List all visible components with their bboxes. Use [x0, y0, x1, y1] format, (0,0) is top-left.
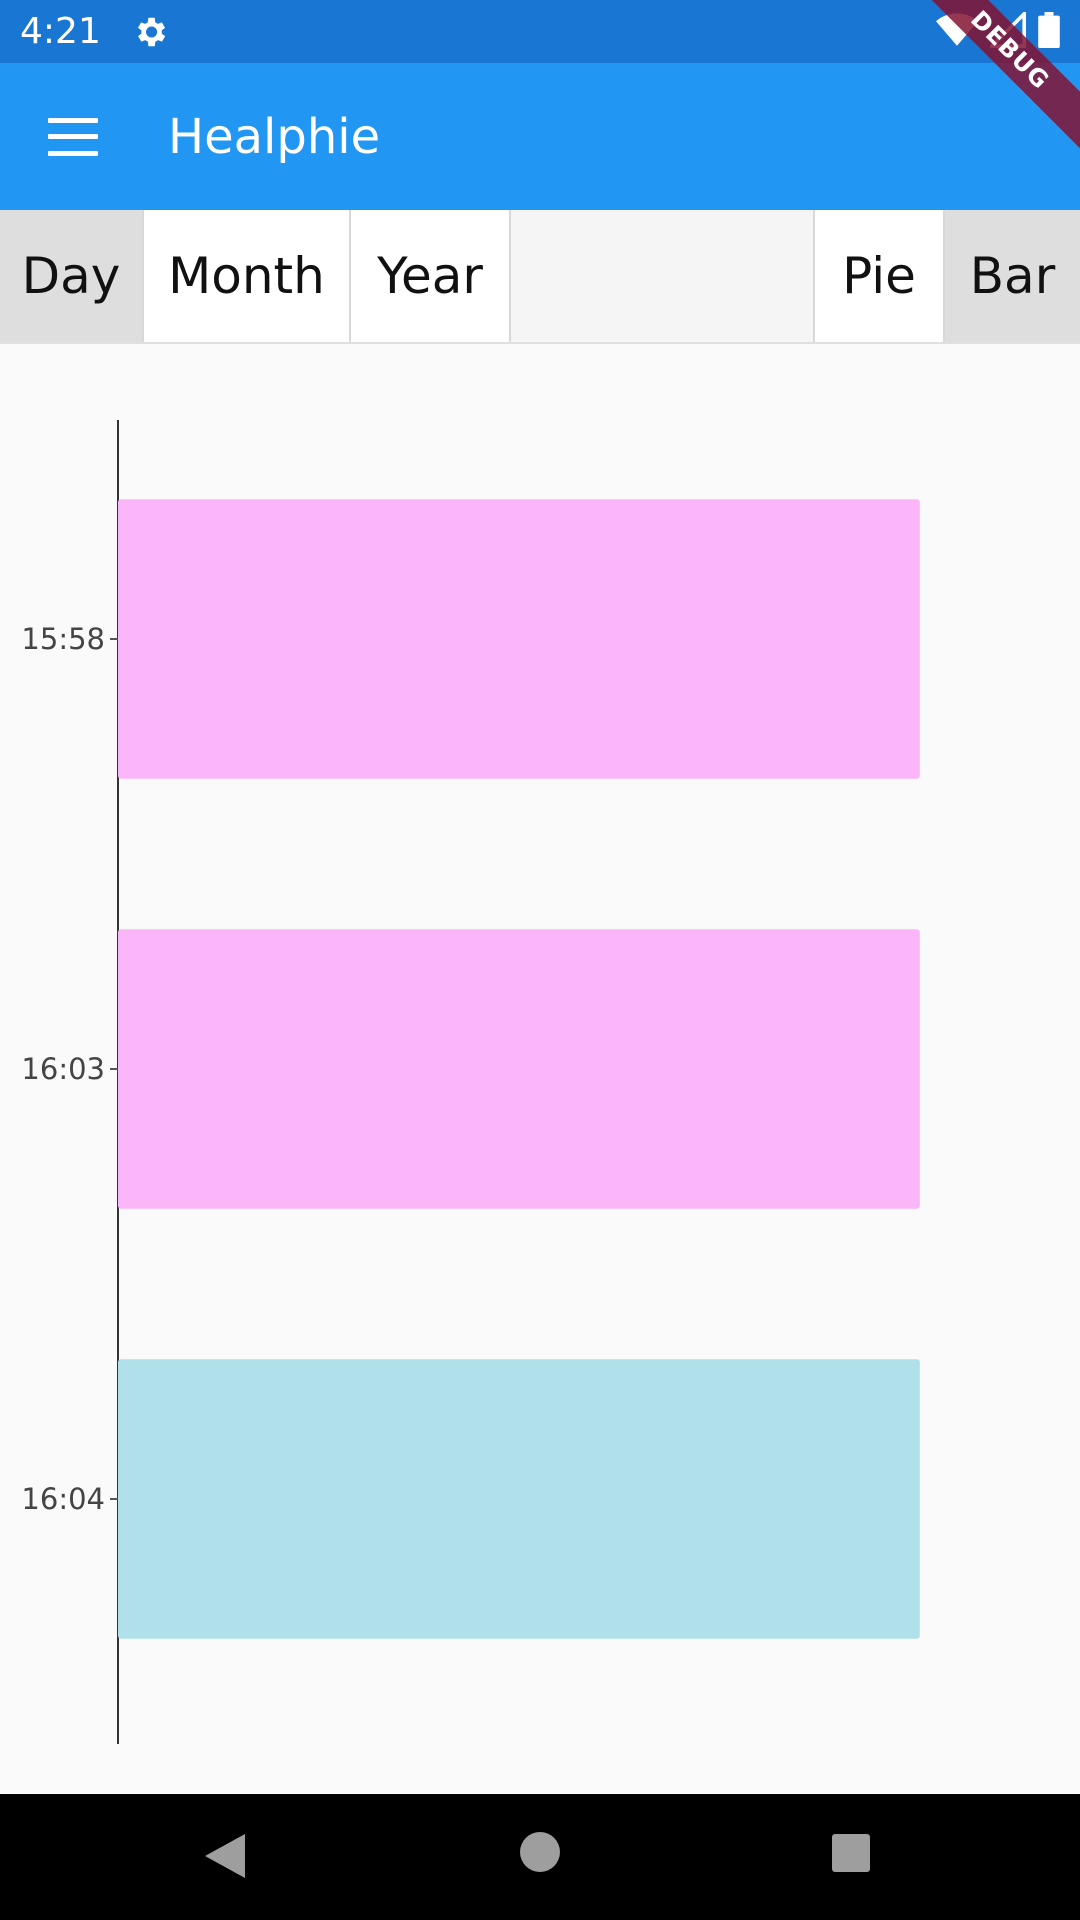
tick-label-1: 16:03 [21, 1052, 105, 1086]
battery-icon [1038, 12, 1060, 48]
bar-chart-svg: 15:58 16:03 16:04 [21, 420, 920, 1744]
tab-month[interactable]: Month [144, 210, 351, 342]
tab-year[interactable]: Year [351, 210, 511, 342]
app-bar: Healphie [0, 63, 1080, 210]
status-bar: 4:21 [0, 0, 1080, 63]
app-title: Healphie [168, 108, 381, 165]
selector-row: Day Month Year Pie Bar [0, 210, 1080, 344]
bar-2 [118, 1359, 920, 1639]
navigation-bar [0, 1794, 1080, 1920]
back-icon[interactable] [205, 1834, 245, 1878]
gear-icon [137, 17, 166, 46]
tick-label-2: 16:04 [21, 1482, 105, 1516]
bar-0 [118, 499, 920, 779]
menu-icon[interactable] [48, 117, 98, 156]
bar-1 [118, 929, 920, 1209]
bar-chart: 15:58 16:03 16:04 [0, 344, 1080, 1794]
status-time: 4:21 [20, 11, 101, 52]
tab-bar[interactable]: Bar [945, 210, 1080, 342]
tab-day[interactable]: Day [0, 210, 144, 342]
tick-label-0: 15:58 [21, 622, 105, 656]
recent-apps-icon[interactable] [832, 1834, 870, 1872]
home-icon[interactable] [520, 1832, 560, 1872]
tab-pie[interactable]: Pie [813, 210, 945, 342]
